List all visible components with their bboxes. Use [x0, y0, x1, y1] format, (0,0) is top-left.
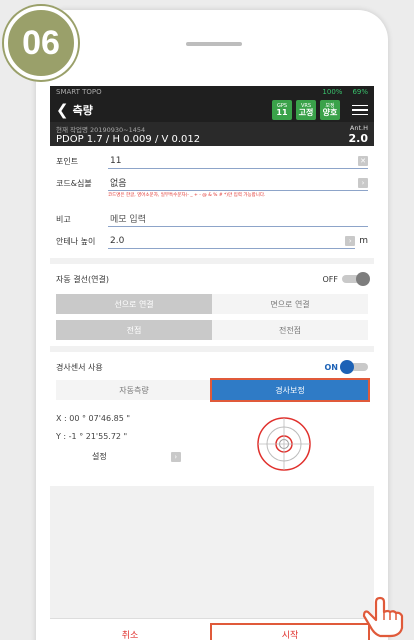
code-warning: 코드명은 한글, 영어소문자, 일부특수문자(- _ + - @ & % # *… [108, 193, 266, 198]
code-row: 코드&심볼 없음 › [56, 172, 368, 194]
tab-tilt-correction[interactable]: 경사보정 [210, 378, 370, 402]
signal-indicator: 100% [322, 88, 343, 96]
point-mode-option[interactable]: 전전점 [212, 320, 368, 340]
remark-label: 비고 [56, 214, 71, 224]
chevron-right-icon[interactable]: › [170, 452, 181, 462]
battery-indicator: 69% [352, 88, 368, 96]
nav-bar: ❮ 측량 GPS 11 VRS 고정 보정 양호 [50, 98, 374, 122]
code-input[interactable]: 없음 › [108, 175, 368, 191]
step-badge: 06 [4, 6, 78, 80]
antenna-label: 안테나 높이 [56, 236, 96, 246]
remark-input[interactable]: 메모 입력 [108, 211, 368, 227]
tilt-label: 경사센서 사용 [56, 362, 103, 372]
autoline-section: 자동 결선(연결) OFF 선으로 연결 면으로 연결 전점 전전점 [50, 264, 374, 346]
antenna-readout: Ant.H 2.0 [348, 124, 369, 145]
tilt-readout: X : 00 ° 07'46.85 " Y : -1 ° 21'55.72 " … [56, 410, 368, 480]
line-mode-option[interactable]: 면으로 연결 [212, 294, 368, 314]
vrs-badge: VRS 고정 [296, 100, 316, 120]
correction-badge: 보정 양호 [320, 100, 340, 120]
phone-frame: SMART TOPO 100% 69% ❮ 측량 GPS 11 VRS 고정 보정 양… [36, 10, 388, 640]
survey-form: 포인트 11 ✕ 코드&심볼 없음 › 코드명은 한글, 영어소문자, 일부특수문자… [50, 146, 374, 258]
cancel-button[interactable]: 취소 [50, 628, 210, 640]
job-name: 현재 작업명 20190930~1454 [56, 126, 146, 134]
antenna-unit: m [359, 236, 368, 246]
bubble-level-icon [257, 417, 311, 471]
chevron-right-icon[interactable]: › [358, 177, 368, 188]
antenna-row: 안테나 높이 2.0 › m [56, 230, 368, 252]
point-row: 포인트 11 ✕ [56, 150, 368, 172]
antenna-input[interactable]: 2.0 › [108, 233, 356, 249]
autoline-label: 자동 결선(연결) [56, 274, 109, 284]
tilt-toggle[interactable]: ON [325, 360, 368, 374]
page-title: 측량 [72, 104, 93, 117]
chevron-right-icon[interactable]: › [345, 235, 356, 246]
remark-row: 비고 메모 입력 [56, 208, 368, 230]
autoline-toggle[interactable]: OFF [323, 272, 370, 286]
tap-hand-icon [362, 596, 404, 638]
point-mode-segment: 전점 전전점 [56, 320, 368, 340]
status-bar: SMART TOPO 100% 69% [50, 86, 374, 98]
app-screen: SMART TOPO 100% 69% ❮ 측량 GPS 11 VRS 고정 보정 양… [50, 86, 374, 640]
x-angle: X : 00 ° 07'46.85 " [56, 414, 131, 423]
start-button[interactable]: 시작 [210, 622, 370, 640]
line-mode-option[interactable]: 선으로 연결 [56, 294, 212, 314]
line-mode-segment: 선으로 연결 면으로 연결 [56, 294, 368, 314]
tab-auto-survey[interactable]: 자동측량 [56, 380, 212, 400]
tilt-tabs: 자동측량 경사보정 [56, 378, 370, 402]
gps-badge: GPS 11 [272, 100, 292, 120]
point-label: 포인트 [56, 156, 79, 166]
tilt-section: 경사센서 사용 ON 자동측량 경사보정 X : 00 ° 07'46.85 "… [50, 352, 374, 486]
app-name: SMART TOPO [56, 88, 102, 96]
menu-icon[interactable] [352, 102, 368, 119]
info-bar: 현재 작업명 20190930~1454 PDOP 1.7 / H 0.009 … [50, 122, 374, 146]
clear-icon[interactable]: ✕ [358, 155, 368, 166]
stage: 06 SMART TOPO 100% 69% ❮ 측량 GPS 11 VRS 고정 … [0, 0, 414, 640]
setting-label: 설정 [92, 452, 107, 461]
back-icon[interactable]: ❮ [56, 101, 69, 119]
y-angle: Y : -1 ° 21'55.72 " [56, 432, 128, 441]
point-mode-option[interactable]: 전점 [56, 320, 212, 340]
code-label: 코드&심볼 [56, 178, 92, 188]
point-input[interactable]: 11 ✕ [108, 153, 368, 169]
footer-bar: 취소 시작 [50, 618, 374, 640]
speaker [186, 42, 242, 46]
pdop-readout: PDOP 1.7 / H 0.009 / V 0.012 [56, 134, 201, 145]
